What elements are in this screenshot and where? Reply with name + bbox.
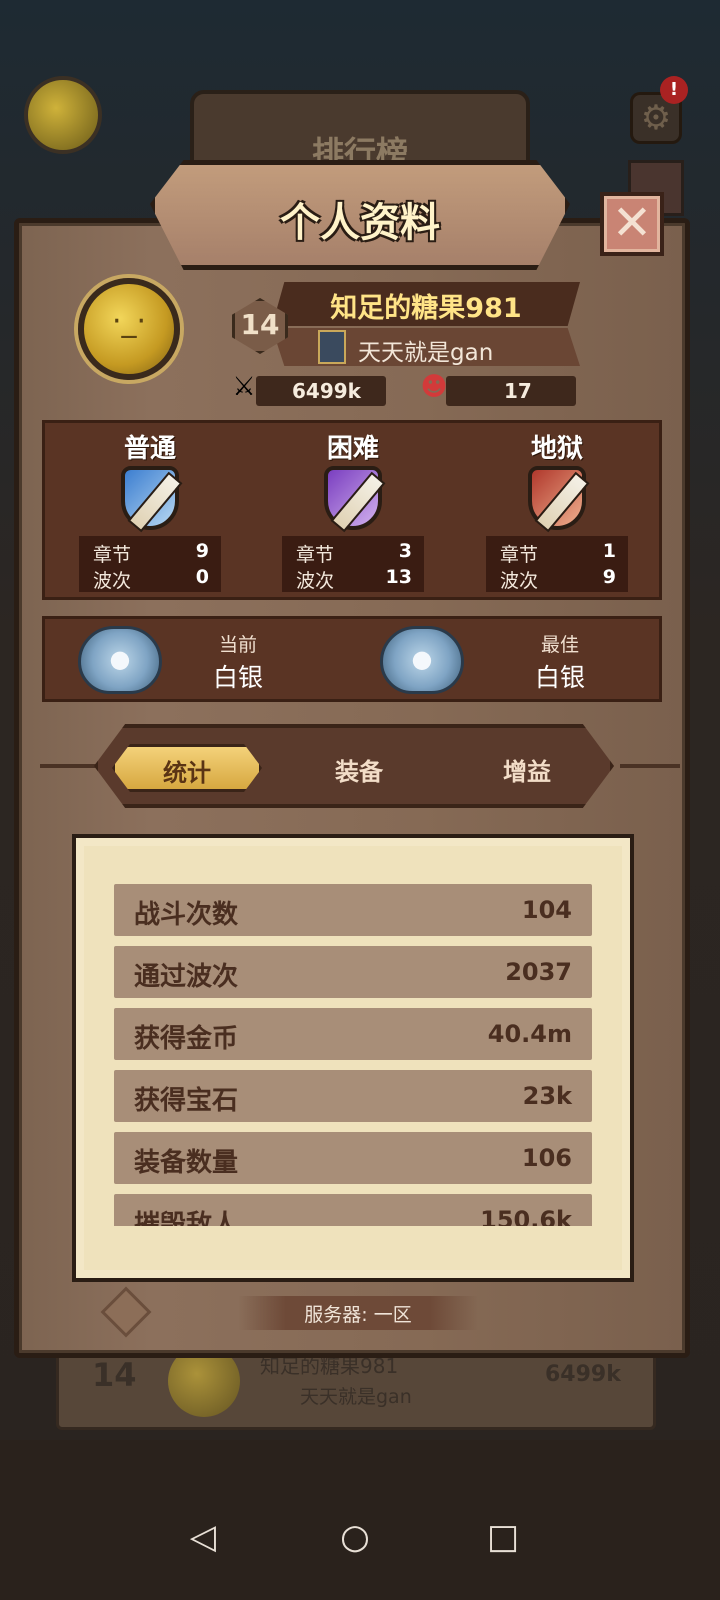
background-avatar [24,76,102,154]
stat-value: 2037 [505,958,572,986]
background-card-power: 6499k [545,1362,621,1387]
player-rank: 14 [240,308,280,341]
difficulty-hard-title: 困难 [326,434,379,464]
stat-label: 获得金币 [134,1024,239,1054]
close-button[interactable]: ✕ [600,192,664,256]
wave-label: 波次 [500,570,539,592]
tab-buffs[interactable]: 增益 [462,752,592,787]
stat-row: 装备数量 106 [114,1132,592,1184]
back-icon[interactable]: ◁ [178,1512,228,1562]
wave-value: 0 [195,566,209,588]
wave-label: 波次 [296,570,335,592]
crossed-swords-icon: ⚔ [232,372,256,402]
stat-row: 摧毁敌人 150.6k [114,1194,592,1226]
chapter-label: 章节 [93,544,132,566]
home-icon[interactable]: ○ [330,1512,380,1562]
chapter-value: 9 [195,540,209,562]
server-label: 服务器: 一区 [304,1304,412,1326]
chapter-value: 3 [398,540,412,562]
stat-value: 23k [522,1082,572,1110]
difficulty-hell-title: 地狱 [530,434,583,464]
power-value: 6499k [292,379,361,403]
stat-value: 104 [521,896,572,924]
pig-emblem-icon: ● [411,645,433,673]
trophy-value: 17 [504,379,532,403]
tab-decoration-left [40,764,100,768]
stat-label: 摧毁敌人 [134,1210,239,1226]
stat-value: 40.4m [487,1020,572,1048]
stats-list[interactable]: 战斗次数 104 通过波次 2037 获得金币 40.4m 获得宝石 23k 装… [114,884,592,1226]
best-league-label: 最佳 [540,634,579,656]
background-card-guild: 天天就是gan [300,1386,412,1408]
demon-head-icon: ☻ [420,372,448,402]
stat-value: 150.6k [480,1206,572,1226]
pig-emblem-icon: ● [109,645,131,673]
stat-label: 装备数量 [134,1148,239,1178]
chapter-label: 章节 [500,544,539,566]
system-navigation-bar: ◁ ○ □ [0,1490,720,1600]
wave-value: 13 [385,566,412,588]
tab-stats-label[interactable]: 统计 [112,753,262,788]
guild-name[interactable]: 天天就是gan [358,333,493,367]
stat-label: 战斗次数 [134,900,239,930]
background-card-rank: 14 [92,1356,137,1394]
current-league-label: 当前 [218,634,257,656]
dialog-title: 个人资料 [280,200,440,246]
recent-apps-icon[interactable]: □ [478,1512,528,1562]
stat-row: 获得宝石 23k [114,1070,592,1122]
player-name: 知足的糖果981 [330,293,522,324]
difficulty-hell-progress: 章节 1 波次 9 [486,536,628,592]
stat-row: 获得金币 40.4m [114,1008,592,1060]
stat-label: 通过波次 [134,962,239,992]
avatar-face: ·_· [111,304,147,339]
tab-equipment[interactable]: 装备 [294,752,424,787]
tab-decoration-right [620,764,680,768]
alert-badge: ! [660,76,688,104]
difficulty-hard-progress: 章节 3 波次 13 [282,536,424,592]
stat-label: 获得宝石 [134,1086,239,1116]
stat-row: 通过波次 2037 [114,946,592,998]
best-league-value: 白银 [534,663,585,692]
stat-row: 战斗次数 104 [114,884,592,936]
current-league-value: 白银 [212,663,263,692]
wave-label: 波次 [93,570,132,592]
chapter-value: 1 [602,540,616,562]
stat-value: 106 [521,1144,572,1172]
chapter-label: 章节 [296,544,335,566]
difficulty-normal-title: 普通 [123,434,176,464]
guild-banner-icon [318,330,346,364]
wave-value: 9 [602,566,616,588]
difficulty-normal-progress: 章节 9 波次 0 [79,536,221,592]
